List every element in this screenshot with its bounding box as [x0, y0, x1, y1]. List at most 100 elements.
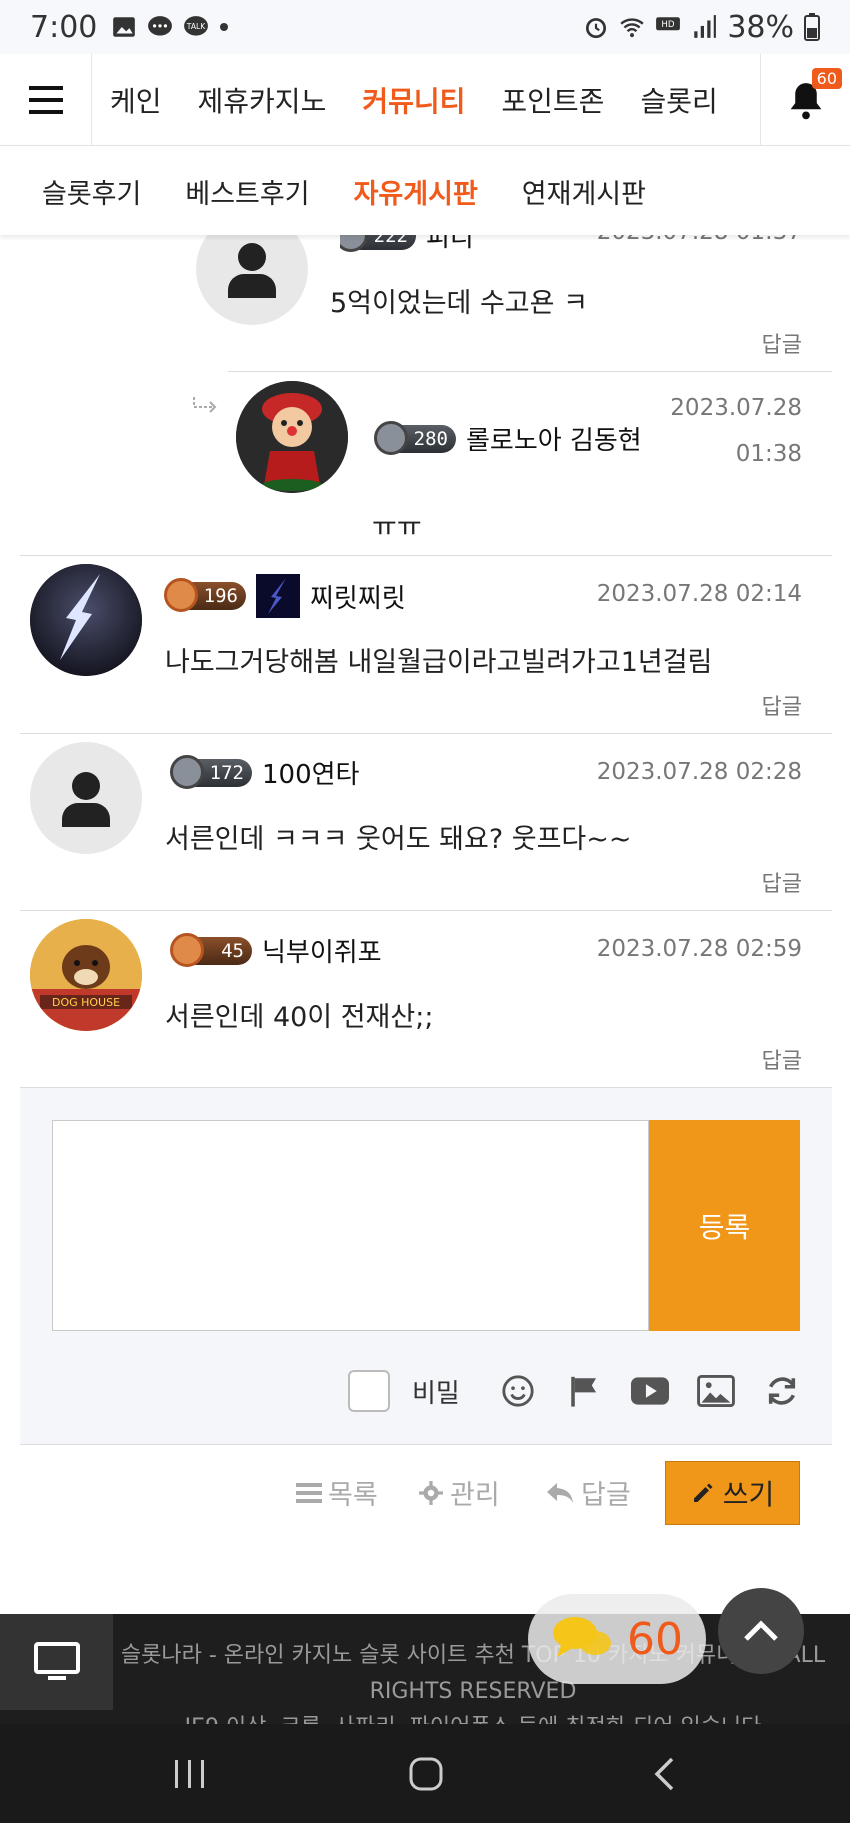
- post-actions: 목록 관리 답글 쓰기: [0, 1461, 850, 1525]
- avatar: [236, 381, 348, 493]
- comment-author[interactable]: 롤로노아 김동현: [466, 420, 642, 457]
- list-icon: [296, 1482, 322, 1503]
- smile-icon: [502, 1375, 534, 1407]
- comment-text: 5억이었는데 수고욘 ㅋ: [330, 288, 588, 319]
- image-icon: [696, 1375, 735, 1407]
- youtube-button[interactable]: [628, 1369, 672, 1413]
- flag-icon: [571, 1376, 596, 1407]
- divider: [228, 371, 832, 372]
- hamburger-menu-button[interactable]: [0, 53, 92, 146]
- comment-date: 2023.07.28: [670, 395, 802, 421]
- subnav-item-slot-reviews[interactable]: 슬롯후기: [20, 172, 163, 211]
- reply-link[interactable]: 답글: [762, 1043, 802, 1075]
- pc-version-button[interactable]: [0, 1614, 113, 1710]
- comment-date: 2023.07.28 02:59: [596, 936, 802, 962]
- comment-date: 2023.07.28 02:14: [596, 581, 802, 607]
- list-button[interactable]: 목록: [296, 1473, 378, 1512]
- comment-text: 서른인데 40이 전재산;;: [165, 1002, 434, 1033]
- comment-date: 2023.07.28 02:28: [596, 759, 802, 785]
- manage-button[interactable]: 관리: [418, 1473, 500, 1512]
- back-button[interactable]: [642, 1752, 686, 1796]
- list-label: 목록: [328, 1480, 378, 1511]
- divider: [20, 733, 832, 734]
- notification-button[interactable]: 60: [760, 53, 850, 146]
- scroll-top-button[interactable]: [718, 1588, 804, 1674]
- recent-apps-icon: [175, 1760, 204, 1788]
- nav-item-game[interactable]: 케인: [92, 80, 180, 120]
- manage-label: 관리: [450, 1480, 500, 1511]
- refresh-icon: [768, 1377, 795, 1405]
- comment-text: ㅠㅠ: [372, 512, 422, 543]
- secret-checkbox[interactable]: [348, 1370, 390, 1412]
- level-badge: 196: [164, 578, 246, 612]
- notification-badge: 60: [811, 67, 842, 89]
- chat-bubbles-icon: [553, 1617, 611, 1657]
- reply-link[interactable]: 답글: [762, 689, 802, 721]
- battery-icon: [804, 13, 820, 41]
- avatar: [30, 564, 142, 676]
- submit-button[interactable]: 등록: [649, 1120, 800, 1331]
- reply-link[interactable]: 답글: [762, 327, 802, 359]
- avatar: [30, 742, 142, 854]
- comment-input[interactable]: [52, 1120, 649, 1331]
- top-nav: 케인 제휴카지노 커뮤니티 포인트존 슬롯리 60: [0, 53, 850, 146]
- default-user-icon: [228, 243, 276, 298]
- youtube-icon: [630, 1377, 669, 1405]
- message-icon: [148, 16, 173, 36]
- home-button[interactable]: [404, 1752, 448, 1796]
- desktop-icon: [33, 1642, 80, 1680]
- gallery-icon: [113, 17, 136, 37]
- comment-author[interactable]: 100연타: [262, 754, 359, 791]
- level-badge: 172: [170, 754, 252, 789]
- recent-apps-button[interactable]: [168, 1752, 212, 1796]
- status-bar: 7:00 TALK HD 38%: [0, 0, 850, 54]
- svg-text:DOG HOUSE: DOG HOUSE: [52, 996, 120, 1009]
- comment-text: 나도그거당해봄 내일월급이라고빌려가고1년걸림: [165, 647, 713, 678]
- chevron-up-icon: [744, 1620, 778, 1641]
- reply-link[interactable]: 답글: [762, 866, 802, 898]
- divider: [20, 910, 832, 911]
- sub-nav: 슬롯후기 베스트후기 자유게시판 연재게시판: [0, 147, 850, 235]
- dot-icon: [220, 23, 229, 31]
- avatar: DOG HOUSE: [30, 919, 142, 1031]
- subnav-item-best-reviews[interactable]: 베스트후기: [163, 172, 331, 211]
- hamburger-icon: [28, 85, 63, 114]
- write-button[interactable]: 쓰기: [665, 1461, 800, 1525]
- nav-item-community[interactable]: 커뮤니티: [344, 80, 483, 120]
- talk-icon: TALK: [184, 16, 209, 36]
- write-label: 쓰기: [722, 1478, 775, 1511]
- comment-author[interactable]: 찌릿찌릿: [310, 578, 406, 615]
- flag-button[interactable]: [562, 1369, 606, 1413]
- gear-icon: [419, 1480, 443, 1505]
- emoji-button[interactable]: [496, 1369, 540, 1413]
- comment-time: 01:38: [735, 441, 802, 467]
- hd-voice-icon: HD: [656, 17, 681, 31]
- pencil-icon: [693, 1483, 713, 1502]
- refresh-button[interactable]: [760, 1369, 804, 1413]
- home-icon: [409, 1757, 443, 1791]
- user-icon-image: [256, 574, 300, 618]
- character-avatar-icon: [236, 381, 348, 493]
- chat-button[interactable]: 60: [528, 1594, 706, 1684]
- secret-label: 비밀: [412, 1378, 460, 1409]
- nav-item-point-zone[interactable]: 포인트존: [483, 80, 622, 120]
- reply-label: 답글: [581, 1480, 631, 1511]
- dog-house-avatar-icon: DOG HOUSE: [30, 919, 142, 1031]
- svg-text:TALK: TALK: [186, 22, 206, 31]
- chat-count: 60: [627, 1613, 683, 1665]
- nav-item-slot[interactable]: 슬롯리: [622, 80, 735, 120]
- lightning-avatar-icon: [30, 564, 142, 676]
- android-nav-bar: [0, 1724, 850, 1823]
- subnav-item-serial-board[interactable]: 연재게시판: [500, 172, 668, 211]
- write-tools: 비밀: [348, 1369, 804, 1413]
- svg-text:HD: HD: [662, 20, 676, 30]
- divider: [20, 555, 832, 556]
- comment-author[interactable]: 닉부이쥐포: [262, 932, 382, 969]
- reply-button[interactable]: 답글: [545, 1473, 631, 1512]
- status-time: 7:00: [30, 9, 98, 45]
- image-button[interactable]: [694, 1369, 738, 1413]
- level-badge: 280: [374, 420, 456, 455]
- reply-icon: [547, 1482, 573, 1503]
- nav-item-partner-casino[interactable]: 제휴카지노: [180, 80, 345, 120]
- subnav-item-free-board[interactable]: 자유게시판: [332, 172, 500, 211]
